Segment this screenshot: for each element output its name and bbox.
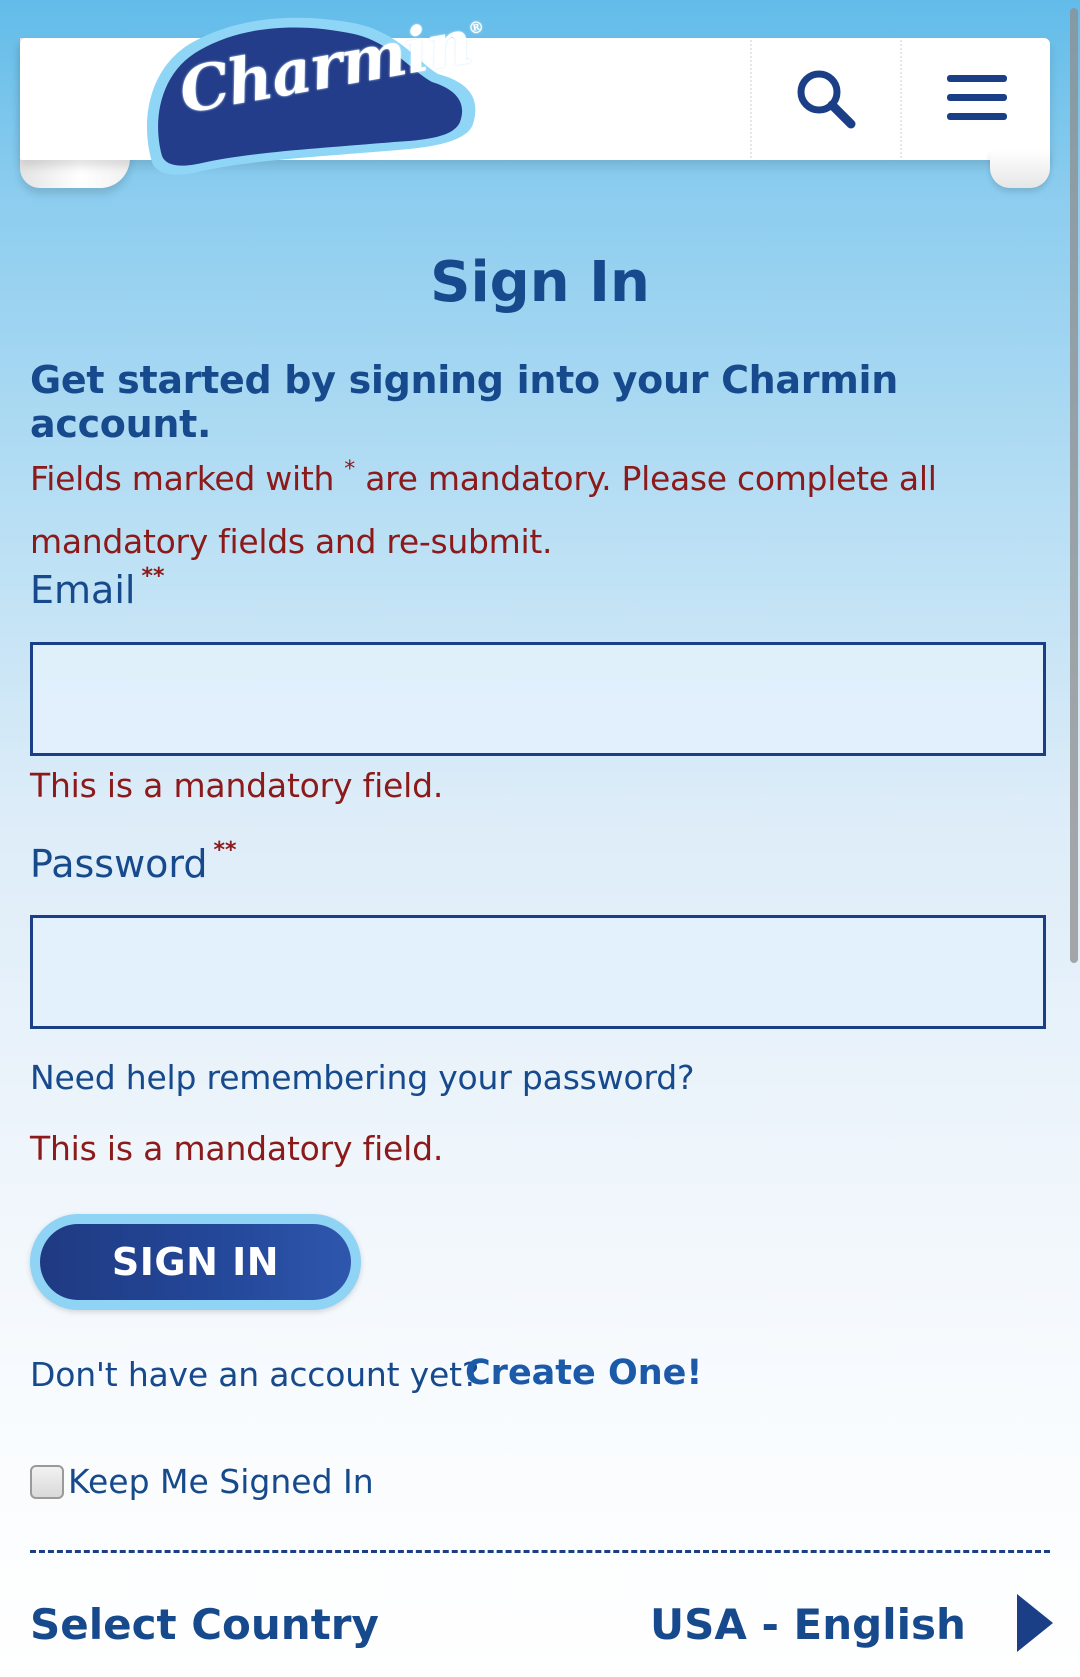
page-title: Sign In [430, 250, 650, 315]
hamburger-menu-icon [947, 75, 1007, 120]
header-divider [750, 40, 752, 158]
required-mark: ** [213, 838, 237, 863]
menu-button[interactable] [932, 58, 1022, 138]
required-mark: ** [141, 564, 165, 589]
country-selector[interactable]: USA - English [650, 1600, 966, 1649]
forgot-password-link[interactable]: Need help remembering your password? [30, 1058, 695, 1097]
footer-divider [30, 1550, 1050, 1553]
email-label: Email ** [30, 564, 165, 612]
search-icon [797, 70, 856, 129]
page-subtitle: Get started by signing into your Charmin… [30, 358, 898, 446]
charmin-logo[interactable]: Charmin® [138, 5, 485, 182]
paper-roll-right [990, 150, 1050, 188]
password-field[interactable] [30, 915, 1046, 1029]
keep-signed-in-label[interactable]: Keep Me Signed In [68, 1462, 374, 1501]
search-button[interactable] [780, 58, 870, 138]
create-account-link[interactable]: Create One! [465, 1353, 702, 1393]
sign-in-button[interactable]: SIGN IN [30, 1214, 361, 1310]
header-divider [900, 40, 902, 158]
keep-signed-in-checkbox[interactable] [30, 1464, 64, 1499]
select-country-label: Select Country [30, 1600, 379, 1649]
email-field[interactable] [30, 642, 1046, 756]
sign-in-button-label: SIGN IN [40, 1224, 351, 1300]
password-label: Password ** [30, 838, 237, 886]
email-error: This is a mandatory field. [30, 766, 444, 805]
page-scrollbar[interactable] [1070, 8, 1078, 963]
password-error: This is a mandatory field. [30, 1129, 444, 1168]
triangle-right-icon[interactable] [1015, 1592, 1055, 1654]
notice-asterisk: * [344, 457, 355, 482]
keep-signed-in-row[interactable]: Keep Me Signed In [30, 1462, 374, 1501]
mandatory-notice: Fields marked with * are mandatory. Plea… [30, 457, 937, 561]
no-account-text: Don't have an account yet? [30, 1355, 480, 1394]
